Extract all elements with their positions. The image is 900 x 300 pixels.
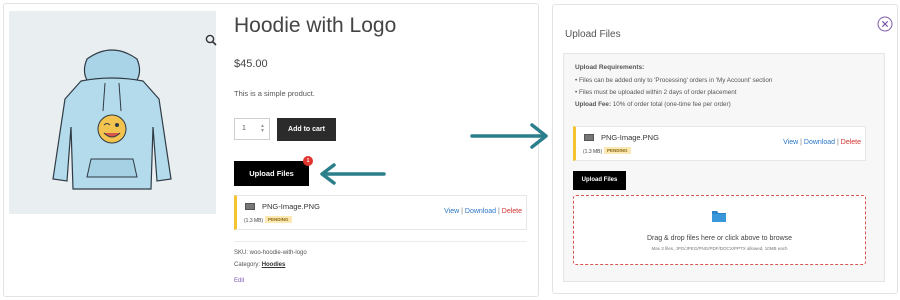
delete-link[interactable]: Delete [841, 139, 861, 146]
category-link[interactable]: Hoodies [262, 262, 286, 268]
product-sku: SKU: woo-hoodie-with-logo [234, 250, 307, 256]
status-badge: PENDING [265, 216, 292, 223]
screenshot-stage: Hoodie with Logo $45.00 This is a simple… [0, 0, 900, 300]
edit-link[interactable]: Edit [234, 278, 244, 284]
dropzone-subtext: Max 3 files, JPG/JPEG/PNG/PDF/DOCX/PPTX … [651, 246, 788, 251]
fee-label: Upload Fee: [575, 101, 612, 108]
separator: | [497, 208, 500, 215]
requirements-heading: Upload Requirements: [575, 64, 645, 71]
spinner-arrows-icon[interactable]: ▲ ▼ [260, 124, 265, 134]
separator: | [836, 139, 839, 146]
add-to-cart-button[interactable]: Add to cart [277, 118, 336, 141]
divider [234, 241, 527, 242]
upload-count-badge: 1 [303, 156, 313, 166]
product-category: Category: Hoodies [234, 262, 285, 268]
product-description: This is a simple product. [234, 89, 315, 98]
separator: | [800, 139, 802, 146]
quantity-value: 1 [242, 125, 246, 132]
file-name: PNG-Image.PNG [262, 202, 320, 211]
close-icon[interactable] [877, 16, 893, 32]
product-price: $45.00 [234, 58, 268, 70]
hoodie-illustration [52, 49, 172, 190]
folder-icon [712, 211, 726, 222]
view-link[interactable]: View [444, 208, 459, 215]
file-size: (1.3 MB) [244, 218, 264, 224]
separator: | [461, 208, 463, 215]
delete-link[interactable]: Delete [502, 208, 522, 215]
file-name: PNG-Image.PNG [601, 133, 659, 142]
download-link[interactable]: Download [465, 208, 496, 215]
uploaded-file-card: PNG-Image.PNG (1.3 MB) PENDING View | Do… [573, 126, 866, 161]
file-actions: View | Download | Delete [444, 208, 522, 215]
modal-title: Upload Files [565, 29, 621, 40]
download-link[interactable]: Download [804, 139, 835, 146]
modal-upload-files-button[interactable]: Upload Files [573, 171, 626, 190]
category-prefix: Category: [234, 262, 262, 268]
quantity-stepper[interactable]: 1 ▲ ▼ [234, 118, 270, 140]
view-link[interactable]: View [783, 139, 798, 146]
product-title: Hoodie with Logo [234, 14, 397, 37]
zoom-icon[interactable] [205, 34, 217, 46]
arrow-right-icon [470, 123, 548, 149]
product-image[interactable] [9, 11, 217, 214]
requirement-processing: • Files can be added only to 'Processing… [575, 77, 773, 84]
file-size: (1.3 MB) [583, 149, 603, 155]
requirement-deadline: • Files must be uploaded within 2 days o… [575, 89, 737, 96]
upload-fee: Upload Fee: 10% of order total (one-time… [575, 101, 731, 108]
arrow-left-icon [320, 163, 386, 185]
status-badge: PENDING [604, 147, 631, 154]
file-dropzone[interactable] [573, 195, 866, 265]
dropzone-text: Drag & drop files here or click above to… [646, 235, 793, 242]
upload-files-button[interactable]: Upload Files [234, 161, 309, 186]
uploaded-file-card: PNG-Image.PNG (1.3 MB) PENDING View | Do… [234, 195, 527, 230]
fee-value: 10% of order total (one-time fee per ord… [611, 101, 731, 108]
file-actions: View | Download | Delete [783, 139, 861, 146]
image-thumb-icon [245, 203, 255, 210]
image-thumb-icon [584, 134, 594, 141]
